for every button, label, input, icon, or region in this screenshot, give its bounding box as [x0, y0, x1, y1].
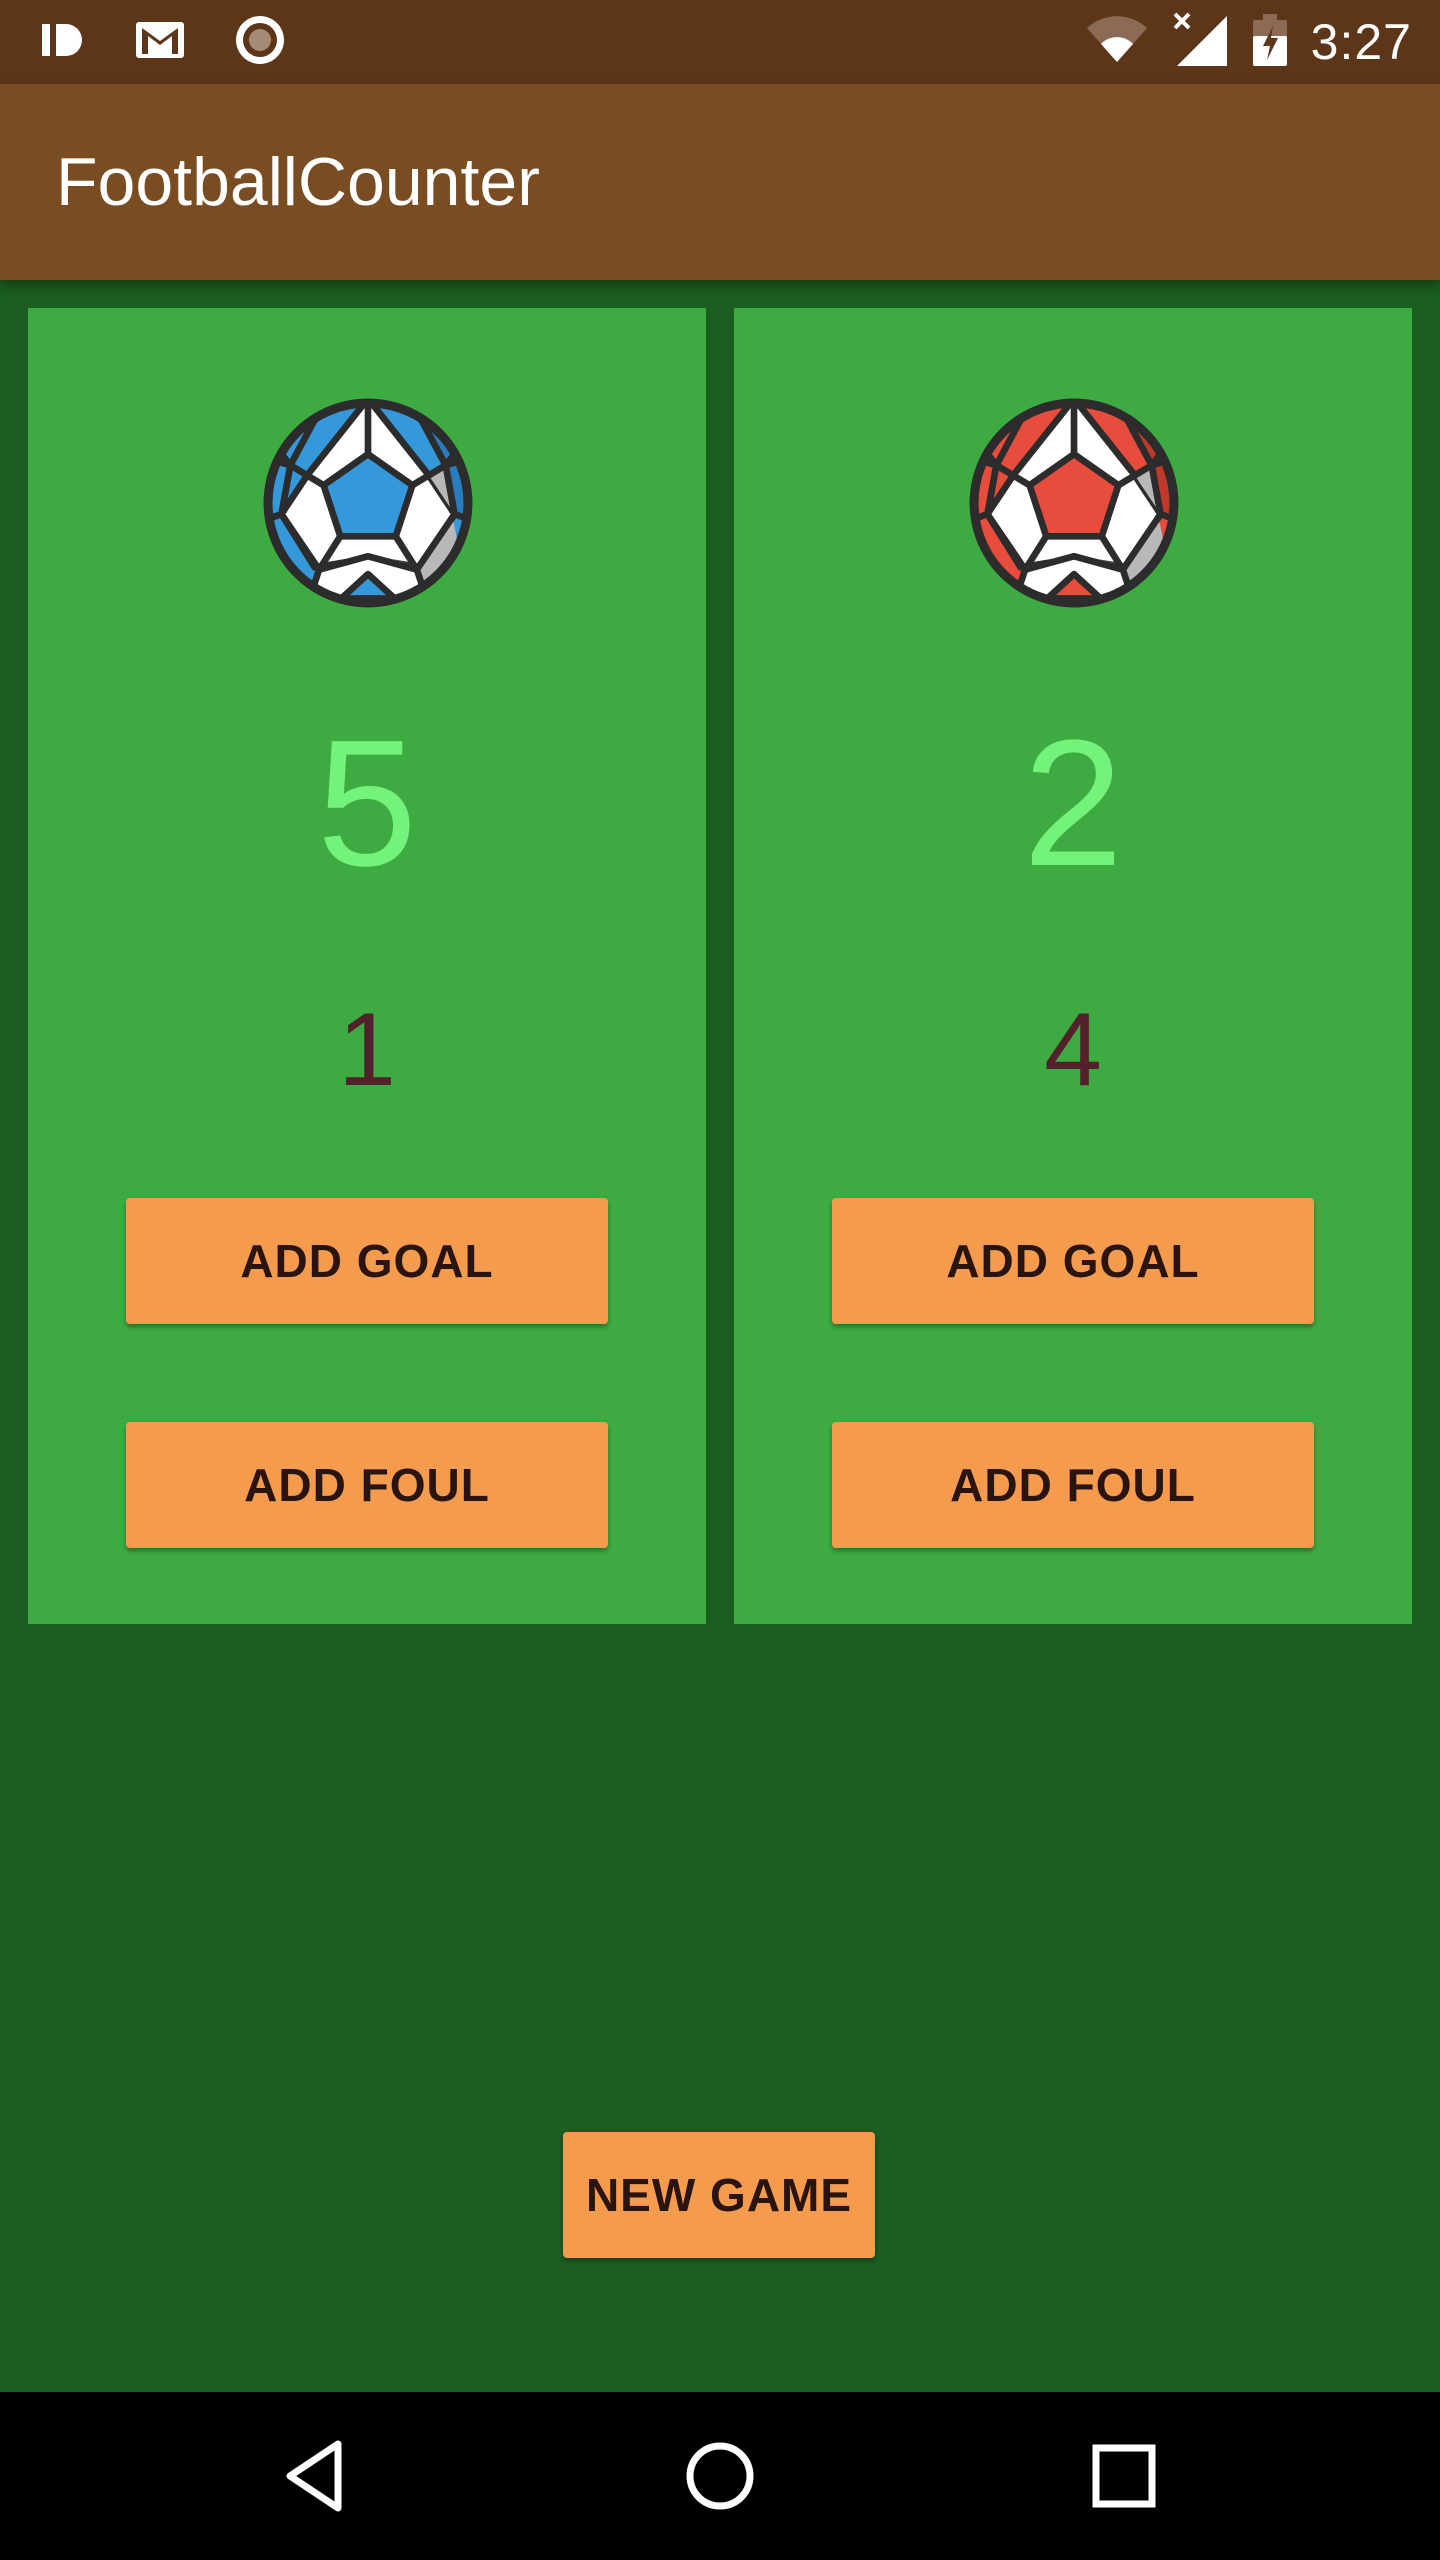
team-a-goals: 5 [316, 703, 418, 904]
soccer-ball-red-icon [963, 392, 1185, 614]
team-b-add-goal-button[interactable]: ADD GOAL [832, 1198, 1314, 1324]
battery-charging-icon [1251, 12, 1289, 73]
team-a-fouls: 1 [338, 992, 396, 1108]
back-icon[interactable] [276, 2434, 360, 2518]
pushbullet-icon [38, 16, 86, 69]
main-content: 5 1 ADD GOAL ADD FOUL 2 4 ADD GOAL ADD F… [0, 280, 1440, 2392]
team-a-add-foul-button[interactable]: ADD FOUL [126, 1422, 608, 1548]
wifi-icon [1085, 14, 1149, 71]
home-icon[interactable] [678, 2434, 762, 2518]
gmail-icon [134, 18, 186, 67]
team-a-panel: 5 1 ADD GOAL ADD FOUL [28, 308, 706, 1624]
status-bar: 3:27 [0, 0, 1440, 84]
team-a-add-goal-button[interactable]: ADD GOAL [126, 1198, 608, 1324]
new-game-button[interactable]: NEW GAME [563, 2132, 875, 2258]
team-b-add-foul-button[interactable]: ADD FOUL [832, 1422, 1314, 1548]
soccer-ball-blue-icon [257, 392, 479, 614]
team-b-goals: 2 [1022, 703, 1124, 904]
signal-icon [1171, 12, 1229, 73]
clock: 3:27 [1310, 14, 1412, 70]
app-title: FootballCounter [56, 144, 540, 220]
notification-icons [38, 15, 286, 69]
recents-icon[interactable] [1082, 2434, 1166, 2518]
system-status: 3:27 [1085, 10, 1412, 74]
team-b-panel: 2 4 ADD GOAL ADD FOUL [734, 308, 1412, 1624]
navigation-bar [0, 2392, 1440, 2560]
team-b-fouls: 4 [1044, 992, 1102, 1108]
record-icon [234, 14, 286, 71]
app-bar: FootballCounter [0, 84, 1440, 280]
